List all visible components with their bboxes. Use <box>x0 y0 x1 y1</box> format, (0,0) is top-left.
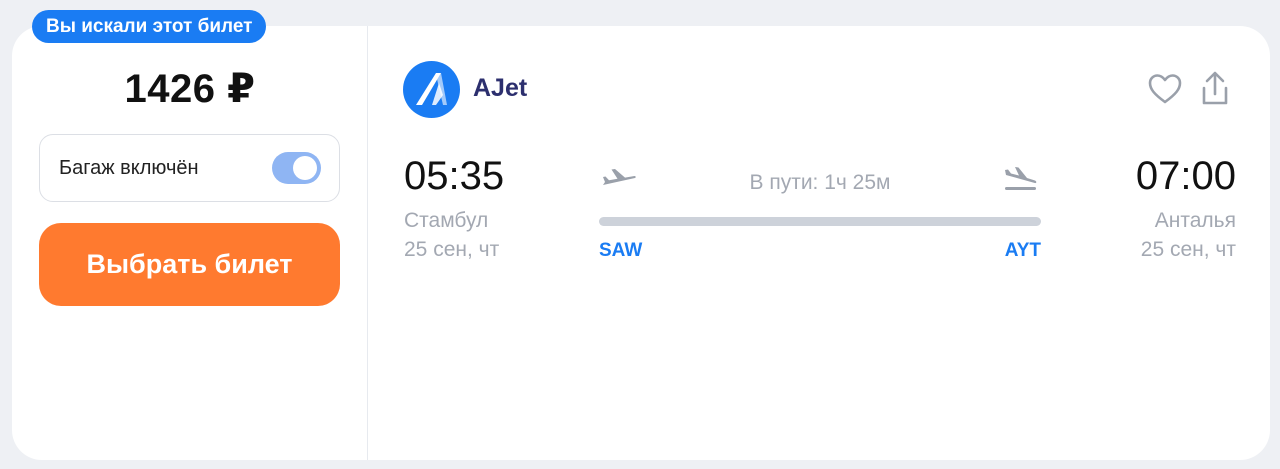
route-line <box>599 217 1041 226</box>
departure-time: 05:35 <box>404 154 505 198</box>
flight-duration: В пути: 1ч 25м <box>749 171 891 194</box>
arrival-city: Анталья <box>1154 209 1236 232</box>
toggle-knob <box>293 156 317 180</box>
ticket-card: Вы искали этот билет 1426 ₽ Багаж включё… <box>12 10 1270 460</box>
ajet-logo-icon <box>403 61 460 118</box>
heart-icon[interactable] <box>1146 70 1184 108</box>
departure-airport-code: SAW <box>599 240 643 261</box>
airline-name: AJet <box>473 74 528 102</box>
price-panel: Вы искали этот билет 1426 ₽ Багаж включё… <box>12 10 368 460</box>
arrival-time: 07:00 <box>1135 154 1236 198</box>
landing-plane-icon <box>1005 167 1037 190</box>
arrival-date: 25 сен, чт <box>1140 238 1236 261</box>
share-icon[interactable] <box>1196 70 1234 108</box>
baggage-toggle[interactable] <box>272 152 321 184</box>
arrival-airport-code: AYT <box>1004 240 1041 261</box>
departure-date: 25 сен, чт <box>404 238 500 261</box>
ticket-price: 1426 ₽ <box>124 67 256 111</box>
baggage-option[interactable]: Багаж включён <box>39 134 340 202</box>
departure-city: Стамбул <box>404 209 489 232</box>
select-ticket-button[interactable]: Выбрать билет <box>39 223 340 306</box>
searched-ticket-badge: Вы искали этот билет <box>32 10 267 43</box>
baggage-label: Багаж включён <box>59 157 199 179</box>
